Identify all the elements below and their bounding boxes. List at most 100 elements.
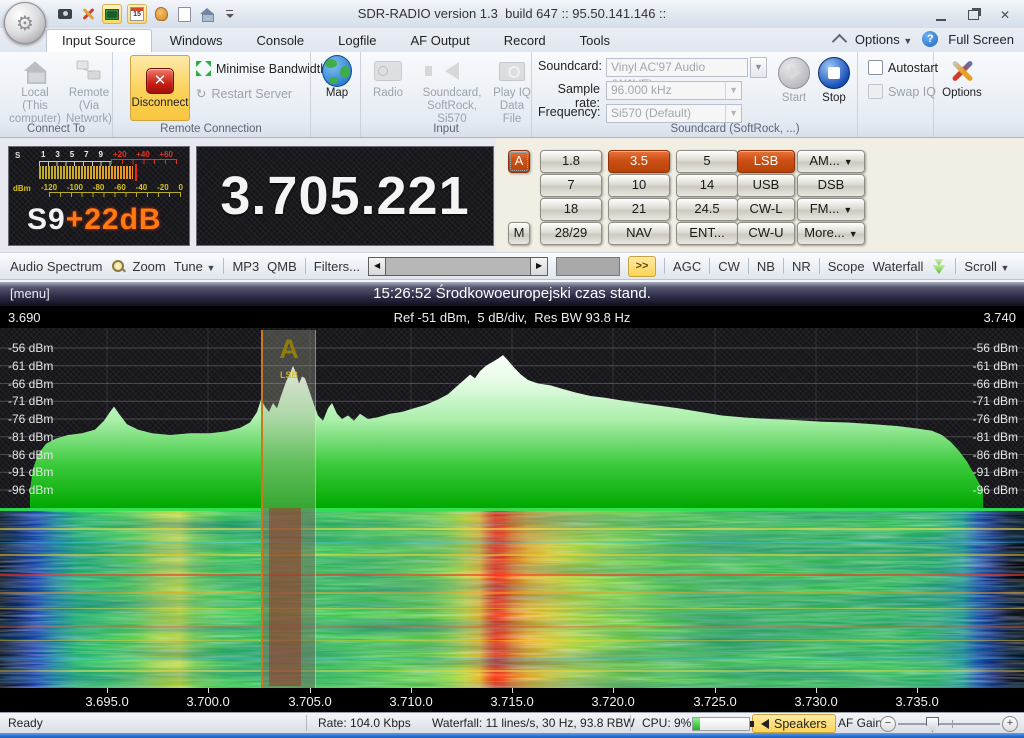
band-button-7[interactable]: 7 [540, 174, 602, 197]
dbm-scale-label: dBm [13, 184, 31, 193]
options-menu[interactable]: Options ▼ [855, 32, 912, 47]
dropdown-arrow-icon[interactable]: ▼ [725, 82, 741, 99]
af-gain-slider-thumb[interactable] [926, 717, 939, 732]
vfo-frequency-display[interactable]: 3.705.221 [196, 146, 494, 246]
mode-button-DSB[interactable]: DSB [797, 174, 865, 197]
key-label: FM... [810, 201, 840, 216]
scroll-dropdown[interactable]: Scroll ▼ [964, 259, 1009, 274]
scroll-left-icon[interactable]: ◀ [369, 258, 386, 275]
band-button-14[interactable]: 14 [676, 174, 738, 197]
mode-button-CW-U[interactable]: CW-U [737, 222, 795, 245]
tune-dropdown[interactable]: Tune ▼ [174, 259, 216, 274]
vfo-a-button[interactable]: A [508, 150, 530, 173]
autostart-checkbox[interactable]: Autostart [868, 60, 938, 75]
toolbar-separator [305, 258, 306, 274]
tab-input-source[interactable]: Input Source [46, 29, 152, 53]
soundcard-input-button[interactable]: Soundcard, SoftRock, Si570 [412, 57, 492, 126]
minimize-button[interactable] [930, 7, 952, 21]
checkbox-icon[interactable] [868, 60, 883, 75]
fast-forward-button[interactable]: >> [628, 256, 656, 277]
tab-windows[interactable]: Windows [154, 29, 239, 53]
filters-button[interactable]: Filters... [314, 259, 360, 274]
waterfall-display[interactable] [0, 508, 1024, 688]
band-button-24-5[interactable]: 24.5 [676, 198, 738, 221]
qmb-button[interactable]: QMB [267, 259, 297, 274]
restore-button[interactable] [962, 7, 984, 21]
audio-spectrum-button[interactable]: Audio Spectrum [10, 259, 103, 274]
volume-down-button[interactable]: − [880, 716, 896, 732]
af-gain-label: AF Gain [838, 716, 882, 730]
zoom-button[interactable]: Zoom [133, 259, 166, 274]
af-gain-slider-track[interactable] [898, 723, 1000, 725]
tab-console[interactable]: Console [240, 29, 320, 53]
help-icon[interactable]: ? [922, 31, 938, 47]
soundcard-select-arrow[interactable]: ▼ [750, 57, 767, 78]
cw-button[interactable]: CW [718, 259, 740, 274]
soundcard-select[interactable]: Vinyl AC'97 Audio (WAVE) [606, 58, 748, 77]
band-button-NAV[interactable]: NAV [608, 222, 670, 245]
swap-iq-checkbox[interactable]: Swap IQ [868, 84, 936, 99]
band-button-ENT-[interactable]: ENT... [676, 222, 738, 245]
waterfall-band-signal [269, 508, 301, 686]
band-button-1-8[interactable]: 1.8 [540, 150, 602, 173]
scrollbar-track[interactable] [386, 258, 530, 275]
sample-rate-select[interactable]: 96.000 kHz▼ [606, 81, 742, 100]
tab-tools[interactable]: Tools [564, 29, 626, 53]
band-button-28-29[interactable]: 28/29 [540, 222, 602, 245]
remote-network-button[interactable]: Remote (Via Network) [62, 57, 116, 126]
clock-text: 15:26:52 Środkowoeuropejski czas stand. [0, 285, 1024, 302]
mode-button-More-[interactable]: More...▼ [797, 222, 865, 245]
stop-button[interactable]: Stop [816, 57, 852, 105]
dropdown-arrow-icon[interactable]: ▼ [725, 105, 741, 122]
dbm-scale-number: -20 [157, 183, 169, 192]
tab-record[interactable]: Record [488, 29, 562, 53]
frequency-tick-label: 3.720.0 [591, 694, 634, 709]
mode-button-CW-L[interactable]: CW-L [737, 198, 795, 221]
speakers-button[interactable]: Speakers [752, 714, 836, 733]
application-orb-button[interactable]: ⚙ [4, 2, 46, 44]
key-label: 28/29 [555, 225, 588, 240]
mode-button-LSB[interactable]: LSB [737, 150, 795, 173]
key-label: 7 [567, 177, 574, 192]
waterfall-button[interactable]: Waterfall [873, 259, 924, 274]
speaker-icon [761, 719, 769, 729]
band-button-18[interactable]: 18 [540, 198, 602, 221]
band-button-3-5[interactable]: 3.5 [608, 150, 670, 173]
scope-button[interactable]: Scope [828, 259, 865, 274]
mode-button-AM-[interactable]: AM...▼ [797, 150, 865, 173]
band-button-21[interactable]: 21 [608, 198, 670, 221]
memory-button[interactable]: M [508, 222, 530, 245]
status-ready: Ready [8, 716, 43, 730]
tab-logfile[interactable]: Logfile [322, 29, 392, 53]
nb-button[interactable]: NB [757, 259, 775, 274]
zoom-range-indicator[interactable] [556, 257, 620, 276]
mp3-button[interactable]: MP3 [232, 259, 259, 274]
restart-server-button[interactable]: ↻ Restart Server [196, 86, 292, 101]
tab-af-output[interactable]: AF Output [394, 29, 485, 53]
disconnect-button[interactable]: ✕ Disconnect [130, 55, 190, 121]
local-computer-button[interactable]: Local (This computer) [8, 57, 62, 126]
radio-input-button[interactable]: Radio [366, 57, 410, 100]
band-button-10[interactable]: 10 [608, 174, 670, 197]
checkbox-icon[interactable] [868, 84, 883, 99]
mode-button-USB[interactable]: USB [737, 174, 795, 197]
play-iq-data-file-button[interactable]: Play IQ Data File [490, 57, 534, 126]
close-button[interactable]: ✕ [994, 7, 1016, 21]
nr-button[interactable]: NR [792, 259, 811, 274]
options-button[interactable]: Options [938, 57, 986, 100]
frequency-select[interactable]: Si570 (Default)▼ [606, 104, 742, 123]
minimise-bandwidth-button[interactable]: Minimise Bandwidth [196, 61, 327, 76]
agc-button[interactable]: AGC [673, 259, 701, 274]
map-button[interactable]: Map [316, 57, 358, 100]
scroll-right-icon[interactable]: ▶ [530, 258, 547, 275]
full-screen-button[interactable]: Full Screen [948, 32, 1014, 47]
mode-button-FM-[interactable]: FM...▼ [797, 198, 865, 221]
collapse-ribbon-icon[interactable] [832, 33, 848, 49]
band-button-5[interactable]: 5 [676, 150, 738, 173]
spectrum-display[interactable]: -56 dBm-61 dBm-66 dBm-71 dBm-76 dBm-81 d… [0, 328, 1024, 508]
start-button[interactable]: Start [776, 57, 812, 105]
key-label: NAV [626, 225, 652, 240]
volume-up-button[interactable]: + [1002, 716, 1018, 732]
tuning-scrollbar[interactable]: ◀ ▶ [368, 257, 548, 276]
tuning-band-marker[interactable]: A LSB [261, 330, 316, 688]
